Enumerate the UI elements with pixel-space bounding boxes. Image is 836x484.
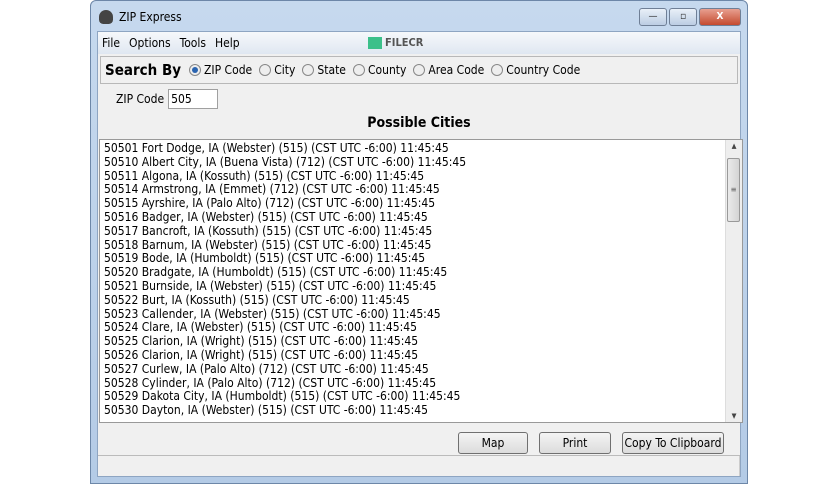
list-item[interactable]: 50519 Bode, IA (Humboldt) (515) (CST UTC… xyxy=(104,252,742,266)
menu-bar: File Options Tools Help FILECR xyxy=(98,32,740,54)
list-item[interactable]: 50511 Algona, IA (Kossuth) (515) (CST UT… xyxy=(104,169,742,184)
list-item[interactable]: 50530 Dayton, IA (Webster) (515) (CST UT… xyxy=(104,403,742,418)
radio-country-code[interactable]: Country Code xyxy=(491,63,580,77)
copy-to-clipboard-button[interactable]: Copy To Clipboard xyxy=(622,432,724,454)
scroll-thumb[interactable]: ≡ xyxy=(727,158,740,222)
app-window: ZIP Express — ▫ X File Options Tools Hel… xyxy=(90,0,748,484)
status-bar xyxy=(98,455,740,476)
window-title: ZIP Express xyxy=(119,10,182,24)
radio-city[interactable]: City xyxy=(259,63,295,77)
radio-area-code[interactable]: Area Code xyxy=(413,63,484,77)
maximize-button[interactable]: ▫ xyxy=(669,8,697,26)
list-item[interactable]: 50521 Burnside, IA (Webster) (515) (CST … xyxy=(104,279,742,294)
zip-code-label: ZIP Code xyxy=(116,92,165,106)
results-heading: Possible Cities xyxy=(367,115,471,131)
menu-tools[interactable]: Tools xyxy=(180,36,206,50)
app-icon xyxy=(99,10,113,24)
menu-options[interactable]: Options xyxy=(129,36,171,50)
watermark: FILECR xyxy=(368,36,432,49)
watermark-logo-icon xyxy=(368,37,382,49)
map-button[interactable]: Map xyxy=(458,432,528,454)
menu-help[interactable]: Help xyxy=(215,36,240,50)
menu-file[interactable]: File xyxy=(102,36,120,50)
close-button[interactable]: X xyxy=(699,8,741,26)
scroll-up-icon[interactable]: ▲ xyxy=(726,142,742,150)
list-item[interactable]: 50529 Dakota City, IA (Humboldt) (515) (… xyxy=(104,390,742,404)
list-item[interactable]: 50514 Armstrong, IA (Emmet) (712) (CST U… xyxy=(104,183,742,197)
radio-county[interactable]: County xyxy=(352,63,406,77)
list-item[interactable]: 50522 Burt, IA (Kossuth) (515) (CST UTC … xyxy=(104,293,742,308)
list-item[interactable]: 50515 Ayrshire, IA (Palo Alto) (712) (CS… xyxy=(104,196,742,211)
list-item[interactable]: 50501 Fort Dodge, IA (Webster) (515) (CS… xyxy=(104,141,742,156)
list-item[interactable]: 50524 Clare, IA (Webster) (515) (CST UTC… xyxy=(104,321,742,335)
radio-zip-code[interactable]: ZIP Code xyxy=(189,63,252,77)
list-item[interactable]: 50520 Bradgate, IA (Humboldt) (515) (CST… xyxy=(104,265,742,280)
list-item[interactable]: 50525 Clarion, IA (Wright) (515) (CST UT… xyxy=(104,334,742,349)
scrollbar[interactable]: ▲ ≡ ▼ xyxy=(725,140,742,422)
list-item[interactable]: 50528 Cylinder, IA (Palo Alto) (712) (CS… xyxy=(104,376,742,391)
list-item[interactable]: 50516 Badger, IA (Webster) (515) (CST UT… xyxy=(104,210,742,225)
list-item[interactable]: 50526 Clarion, IA (Wright) (515) (CST UT… xyxy=(104,348,742,363)
results-list[interactable]: 50501 Fort Dodge, IA (Webster) (515) (CS… xyxy=(99,139,743,423)
list-item[interactable]: 50517 Bancroft, IA (Kossuth) (515) (CST … xyxy=(104,224,742,239)
list-item[interactable]: 50518 Barnum, IA (Webster) (515) (CST UT… xyxy=(104,238,742,253)
title-bar: ZIP Express xyxy=(99,7,182,27)
minimize-button[interactable]: — xyxy=(639,8,667,26)
search-by-panel: Search By ZIP Code City State County Are… xyxy=(100,56,738,84)
list-item[interactable]: 50527 Curlew, IA (Palo Alto) (712) (CST … xyxy=(104,362,742,377)
radio-state[interactable]: State xyxy=(302,63,346,77)
print-button[interactable]: Print xyxy=(539,432,611,454)
zip-code-input[interactable] xyxy=(168,89,219,109)
client-area: File Options Tools Help FILECR Search By… xyxy=(97,31,743,477)
list-item[interactable]: 50510 Albert City, IA (Buena Vista) (712… xyxy=(104,155,742,170)
search-by-label: Search By xyxy=(105,61,182,79)
scroll-down-icon[interactable]: ▼ xyxy=(726,412,742,420)
list-item[interactable]: 50523 Callender, IA (Webster) (515) (CST… xyxy=(104,307,742,322)
